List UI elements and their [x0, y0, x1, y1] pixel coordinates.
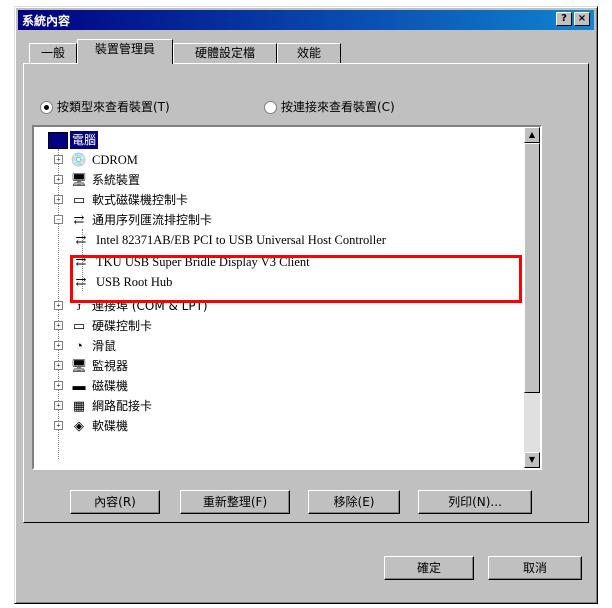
tab-performance[interactable]: 效能 — [277, 43, 341, 63]
tab-device-manager[interactable]: 裝置管理員 — [77, 39, 173, 64]
close-button[interactable]: × — [574, 12, 590, 26]
tab-hardware-profiles[interactable]: 硬體設定檔 — [173, 43, 277, 63]
tab-general[interactable]: 一般 — [29, 43, 77, 63]
window-title: 系統內容 — [22, 14, 71, 28]
help-button[interactable]: ? — [556, 12, 572, 26]
title-bar[interactable]: 系統內容 ? × — [18, 10, 594, 30]
ok-button[interactable]: 確定 — [384, 556, 474, 580]
system-properties-window: 系統內容 ? × 一般 裝置管理員 硬體設定檔 效能 — [14, 6, 598, 604]
cancel-button[interactable]: 取消 — [488, 556, 582, 580]
highlight-box — [70, 255, 522, 303]
